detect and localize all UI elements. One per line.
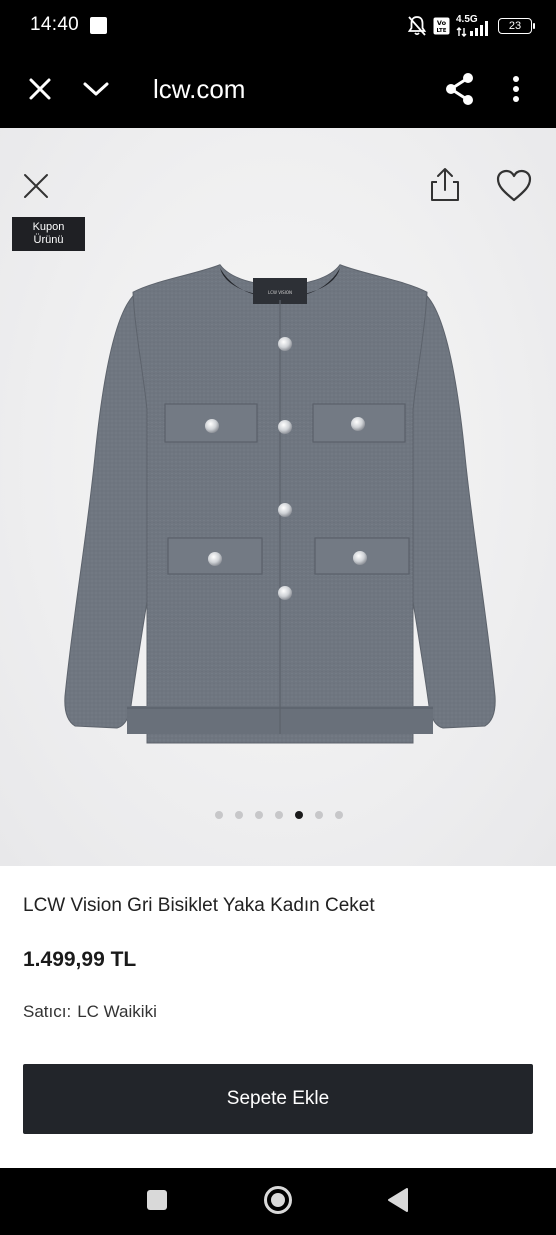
product-image: LCW VISION [64, 264, 496, 744]
svg-text:LTE: LTE [436, 28, 446, 34]
recents-square-icon[interactable] [147, 1190, 167, 1210]
coupon-badge: Kupon Ürünü [12, 217, 85, 251]
more-vertical-icon[interactable] [504, 74, 528, 104]
gallery-dot[interactable] [235, 811, 243, 819]
heart-icon[interactable] [495, 168, 533, 204]
gallery-dot[interactable] [275, 811, 283, 819]
svg-text:Vo: Vo [437, 19, 447, 27]
gallery-dot[interactable] [315, 811, 323, 819]
seller-info: Satıcı: LC Waikiki [23, 1002, 157, 1022]
notification-square-icon [90, 17, 107, 34]
status-icons: Vo LTE 4.5G 23 [407, 12, 535, 40]
share-icon[interactable] [444, 72, 476, 106]
product-title: LCW Vision Gri Bisiklet Yaka Kadın Ceket [23, 895, 375, 916]
gallery-dot[interactable] [295, 811, 303, 819]
upload-share-icon[interactable] [428, 166, 462, 204]
url-text[interactable]: lcw.com [153, 74, 245, 105]
coupon-badge-line1: Kupon [32, 221, 65, 233]
add-to-cart-button[interactable]: Sepete Ekle [23, 1064, 533, 1134]
browser-toolbar: lcw.com [0, 52, 556, 128]
seller-label: Satıcı: [23, 1002, 72, 1021]
seller-name[interactable]: LC Waikiki [77, 1002, 157, 1021]
gallery-dot[interactable] [335, 811, 343, 819]
gallery-pagination[interactable] [0, 811, 556, 819]
status-time: 14:40 [30, 14, 80, 35]
svg-text:LCW VISION: LCW VISION [268, 290, 292, 295]
chevron-down-icon[interactable] [82, 75, 110, 103]
gallery-dot[interactable] [255, 811, 263, 819]
gallery-dot[interactable] [215, 811, 223, 819]
product-price: 1.499,99 TL [23, 948, 137, 971]
home-circle-icon[interactable] [263, 1185, 293, 1215]
back-triangle-icon[interactable] [386, 1187, 410, 1213]
close-icon[interactable] [20, 170, 52, 202]
battery-level: 23 [508, 20, 522, 32]
status-bar: 14:40 Vo LTE 4.5G 23 [0, 0, 556, 52]
system-nav-bar [0, 1168, 556, 1235]
product-image-gallery[interactable]: Kupon Ürünü LCW VISION [0, 128, 556, 866]
signal-icon: 4.5G [456, 14, 492, 38]
volte-icon: Vo LTE [433, 17, 450, 35]
mute-bell-icon [407, 16, 427, 36]
battery-icon: 23 [498, 18, 535, 34]
close-icon[interactable] [26, 75, 54, 103]
coupon-badge-line2: Ürünü [33, 234, 64, 246]
